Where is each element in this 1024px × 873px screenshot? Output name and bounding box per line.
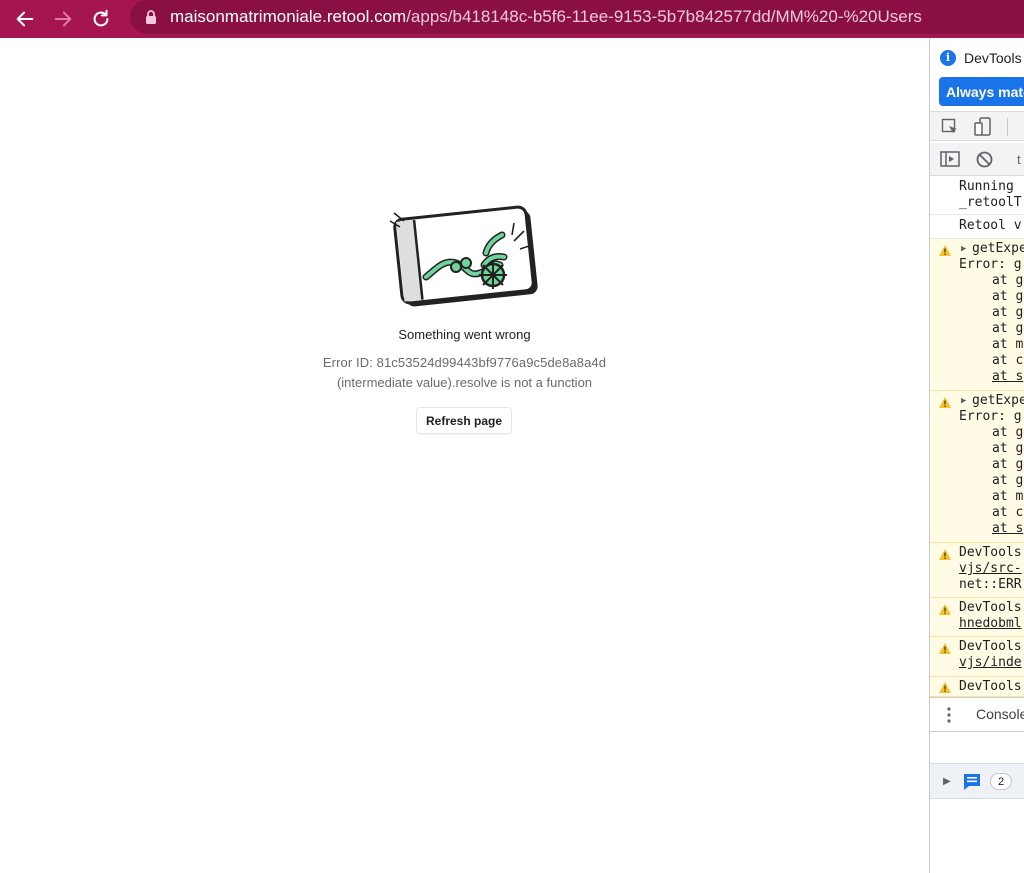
reload-icon: [93, 9, 109, 27]
log-link[interactable]: at s: [992, 521, 1023, 537]
browser-toolbar: maisonmatrimoniale.retool.com/apps/b4181…: [0, 0, 1024, 38]
log-link[interactable]: vjs/inde: [959, 655, 1022, 671]
error-title: Something went wrong: [398, 327, 531, 342]
log-text: net::ERR: [959, 577, 1022, 592]
warning-row[interactable]: ▶ getExpe Error: g at g at g at g at g a…: [930, 239, 1024, 391]
message-count-badge: 2: [990, 773, 1012, 790]
log-text: at g: [992, 289, 1024, 304]
device-toolbar-icon[interactable]: [974, 117, 992, 137]
warning-icon: [939, 397, 951, 408]
log-text: Error: g: [959, 257, 1022, 272]
expand-triangle-icon[interactable]: ▶: [961, 244, 966, 254]
lock-icon: [146, 10, 156, 24]
error-message: (intermediate value).resolve is not a fu…: [336, 375, 593, 390]
log-link[interactable]: vjs/src-: [959, 561, 1022, 577]
log-text: at m: [992, 337, 1024, 352]
log-text: at g: [992, 441, 1024, 456]
log-text: getExpe: [972, 393, 1024, 408]
devtools-panel: i DevTools Always match t Running _retoo…: [929, 38, 1024, 873]
always-match-button[interactable]: Always match: [939, 77, 1024, 106]
log-text: at g: [992, 273, 1024, 288]
arrow-right-icon: [54, 11, 72, 27]
console-log: Running _retoolT Retool v ▶ getExpe Erro…: [930, 177, 1024, 697]
warning-row[interactable]: DevTools vjs/src- net::ERR: [930, 543, 1024, 598]
log-text: DevTools: [959, 639, 1022, 654]
address-bar[interactable]: maisonmatrimoniale.retool.com/apps/b4181…: [130, 0, 1024, 34]
devtools-main-toolbar: [930, 111, 1024, 141]
expand-triangle-icon[interactable]: ▶: [943, 776, 951, 787]
log-text: at g: [992, 473, 1024, 488]
app-page: Something went wrong Error ID: 81c53524d…: [0, 38, 929, 873]
warning-row[interactable]: ▶ getExpe Error: g at g at g at g at g a…: [930, 391, 1024, 543]
warning-icon: [939, 643, 951, 654]
warning-row[interactable]: DevTools: [930, 677, 1024, 697]
log-text: Retool v: [959, 218, 1022, 233]
log-row: Running _retoolT: [930, 177, 1024, 215]
arrow-left-icon: [16, 11, 34, 27]
reload-button[interactable]: [82, 0, 120, 38]
warning-icon: [939, 549, 951, 560]
toolbar-divider: [1007, 118, 1008, 136]
log-text: Error: g: [959, 409, 1022, 424]
warning-row[interactable]: DevTools hnedobml: [930, 598, 1024, 637]
warning-icon: [939, 604, 951, 615]
warning-icon: [939, 245, 951, 256]
log-link[interactable]: hnedobml: [959, 616, 1022, 632]
log-text: at g: [992, 425, 1024, 440]
console-filter[interactable]: t: [1017, 152, 1021, 167]
info-icon: i: [940, 49, 956, 66]
log-text: at c: [992, 353, 1024, 368]
log-text: at m: [992, 489, 1024, 504]
messages-sidebar-row[interactable]: ▶ 2: [930, 763, 1024, 799]
url-host: maisonmatrimoniale.retool.com: [170, 7, 407, 26]
log-text: at g: [992, 457, 1024, 472]
log-text: at c: [992, 505, 1024, 520]
log-text: Running: [959, 179, 1014, 194]
log-text: DevTools: [959, 545, 1022, 560]
clear-console-icon[interactable]: [976, 151, 993, 168]
inspect-element-icon[interactable]: [941, 118, 959, 136]
log-text: DevTools: [959, 679, 1022, 694]
error-id: Error ID: 81c53524d99443bf9776a9c5de8a8a…: [322, 355, 607, 370]
warning-icon: [939, 682, 951, 693]
url-text: maisonmatrimoniale.retool.com/apps/b4181…: [170, 7, 922, 27]
tab-console[interactable]: Console: [976, 706, 1024, 722]
sidebar-toggle-icon[interactable]: [940, 151, 960, 167]
forward-button[interactable]: [44, 0, 82, 38]
messages-icon: [964, 774, 980, 790]
devtools-header: i DevTools: [930, 38, 1024, 77]
more-options-icon[interactable]: [947, 706, 951, 724]
url-path: /apps/b418148c-b5f6-11ee-9153-5b7b842577…: [406, 7, 922, 26]
log-row: Retool v: [930, 215, 1024, 239]
log-text: _retoolT: [959, 195, 1022, 210]
log-link[interactable]: at s: [992, 369, 1023, 385]
log-text: at g: [992, 321, 1024, 336]
log-text: getExpe: [972, 241, 1024, 256]
drawer-tabbar: Console: [930, 697, 1024, 732]
refresh-page-button[interactable]: Refresh page: [416, 407, 512, 434]
expand-triangle-icon[interactable]: ▶: [961, 396, 966, 406]
broken-image-illustration: [389, 205, 538, 307]
log-text: at g: [992, 305, 1024, 320]
devtools-title: DevTools: [964, 49, 1022, 66]
warning-row[interactable]: DevTools vjs/inde: [930, 637, 1024, 677]
console-toolbar: t: [930, 143, 1024, 176]
log-text: DevTools: [959, 600, 1022, 615]
back-button[interactable]: [6, 0, 44, 38]
